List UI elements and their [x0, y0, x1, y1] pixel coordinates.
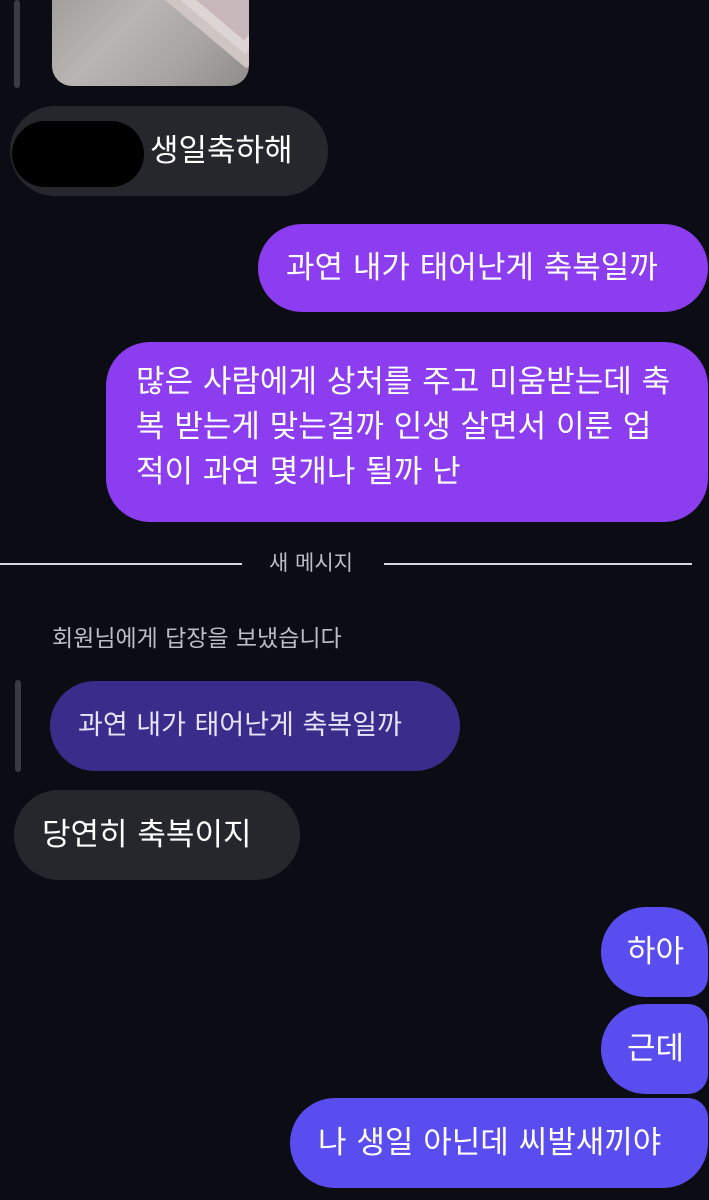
new-messages-divider: 새 메시지	[269, 551, 353, 575]
reply-caption: 회원님에게 답장을 보냈습니다	[52, 626, 342, 652]
message-text: 당연히 축복이지	[42, 817, 252, 853]
message-text: 과연 내가 태어난게 축복일까	[78, 710, 402, 741]
sent-message-final[interactable]: 나 생일 아닌데 씨발새끼야	[290, 1098, 708, 1188]
redacted-name	[12, 121, 144, 187]
divider-line-right	[384, 563, 692, 565]
quoted-message[interactable]: 과연 내가 태어난게 축복일까	[50, 681, 460, 771]
message-text: 많은 사람에게 상처를 주고 미움받는데 축복 받는게 맞는걸까 인생 살면서 …	[136, 364, 671, 490]
message-text: 생일축하해	[150, 133, 293, 169]
message-text: 과연 내가 태어난게 축복일까	[286, 250, 658, 286]
sent-message-long[interactable]: 많은 사람에게 상처를 주고 미움받는데 축복 받는게 맞는걸까 인생 살면서 …	[106, 342, 708, 522]
sent-message-question[interactable]: 과연 내가 태어난게 축복일까	[258, 224, 708, 312]
photo-card	[172, 0, 249, 55]
sent-message-but[interactable]: 근데	[601, 1004, 708, 1094]
quote-bar	[14, 0, 20, 88]
received-message-answer[interactable]: 당연히 축복이지	[14, 790, 300, 880]
sent-message-sigh[interactable]: 하아	[601, 907, 708, 997]
divider-line-left	[0, 563, 242, 565]
message-text: 근데	[627, 1031, 685, 1067]
message-text: 나 생일 아닌데 씨발새끼야	[318, 1125, 662, 1161]
photo-thumbnail[interactable]	[52, 0, 249, 86]
quote-bar	[15, 680, 21, 772]
message-text: 하아	[627, 934, 685, 970]
